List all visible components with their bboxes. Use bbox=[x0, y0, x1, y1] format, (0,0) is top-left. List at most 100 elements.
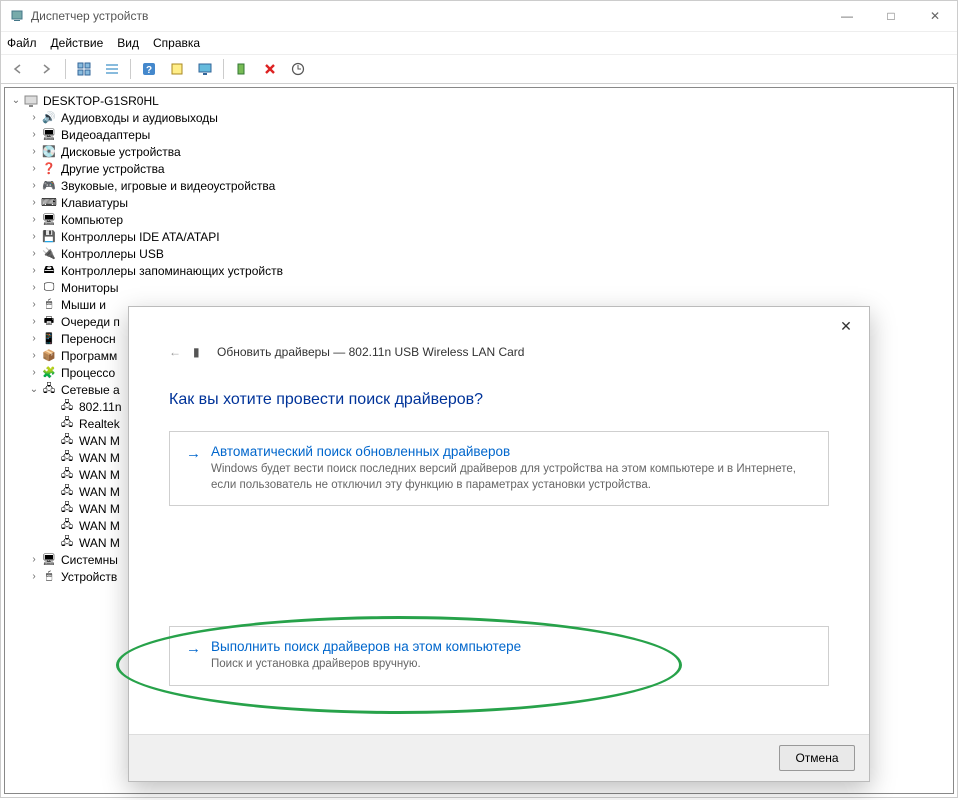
tree-item[interactable]: ›🎮Звуковые, игровые и видеоустройства bbox=[9, 177, 953, 194]
tree-item[interactable]: ›❓Другие устройства bbox=[9, 160, 953, 177]
display-adapter-icon: 🖥 bbox=[41, 127, 57, 143]
nic-icon: 🖧 bbox=[59, 535, 75, 551]
app-icon bbox=[9, 8, 25, 24]
expand-icon[interactable]: › bbox=[27, 316, 41, 327]
toolbar-list-icon[interactable] bbox=[100, 57, 124, 81]
expand-icon[interactable]: › bbox=[27, 282, 41, 293]
toolbar-tiles-icon[interactable] bbox=[72, 57, 96, 81]
tree-item[interactable]: ›🖴Контроллеры запоминающих устройств bbox=[9, 262, 953, 279]
option-auto-search[interactable]: → Автоматический поиск обновленных драйв… bbox=[169, 431, 829, 506]
expand-icon[interactable]: › bbox=[27, 350, 41, 361]
expand-icon[interactable]: › bbox=[27, 129, 41, 140]
computer-icon bbox=[23, 93, 39, 109]
arrow-right-icon: → bbox=[186, 640, 201, 657]
toolbar-divider bbox=[223, 59, 224, 79]
nic-icon: 🖧 bbox=[59, 467, 75, 483]
titlebar: Диспетчер устройств — □ ✕ bbox=[1, 1, 957, 32]
expand-icon[interactable]: › bbox=[27, 214, 41, 225]
network-adapter-icon: 🖧 bbox=[41, 382, 57, 398]
menu-view[interactable]: Вид bbox=[117, 36, 139, 50]
option-auto-desc: Windows будет вести поиск последних верс… bbox=[211, 462, 811, 493]
toolbar-monitor-icon[interactable] bbox=[193, 57, 217, 81]
toolbar-divider bbox=[130, 59, 131, 79]
audio-icon: 🔊 bbox=[41, 110, 57, 126]
system-device-icon: 🖥 bbox=[41, 552, 57, 568]
toolbar-update-icon[interactable] bbox=[286, 57, 310, 81]
expand-icon[interactable]: › bbox=[27, 367, 41, 378]
dialog-close-button[interactable]: ✕ bbox=[831, 311, 861, 341]
tree-root[interactable]: ⌄ DESKTOP-G1SR0HL bbox=[9, 92, 953, 109]
back-arrow-icon[interactable]: ← bbox=[169, 345, 187, 359]
tree-item[interactable]: ›🖥Компьютер bbox=[9, 211, 953, 228]
cancel-button[interactable]: Отмена bbox=[779, 745, 855, 771]
expand-icon[interactable]: › bbox=[27, 248, 41, 259]
ide-icon: 💾 bbox=[41, 229, 57, 245]
toolbar-properties-icon[interactable] bbox=[165, 57, 189, 81]
tree-item[interactable]: ›💾Контроллеры IDE ATA/ATAPI bbox=[9, 228, 953, 245]
nic-icon: 🖧 bbox=[59, 399, 75, 415]
sound-icon: 🎮 bbox=[41, 178, 57, 194]
forward-button[interactable] bbox=[35, 57, 59, 81]
expand-icon[interactable]: › bbox=[27, 265, 41, 276]
toolbar-divider bbox=[65, 59, 66, 79]
nic-icon: 🖧 bbox=[59, 484, 75, 500]
mouse-icon: 🖱 bbox=[41, 297, 57, 313]
dialog-breadcrumb: ← ▮ Обновить драйверы — 802.11n USB Wire… bbox=[129, 345, 869, 373]
nic-icon: 🖧 bbox=[59, 450, 75, 466]
collapse-icon[interactable]: ⌄ bbox=[27, 384, 41, 395]
expand-icon[interactable]: › bbox=[27, 197, 41, 208]
tree-item[interactable]: ›💽Дисковые устройства bbox=[9, 143, 953, 160]
option-browse-computer[interactable]: → Выполнить поиск драйверов на этом комп… bbox=[169, 626, 829, 686]
expand-icon[interactable]: › bbox=[27, 231, 41, 242]
expand-icon[interactable]: › bbox=[27, 333, 41, 344]
expand-icon[interactable]: › bbox=[27, 146, 41, 157]
maximize-button[interactable]: □ bbox=[869, 1, 913, 31]
collapse-icon[interactable]: ⌄ bbox=[9, 95, 23, 106]
menu-action[interactable]: Действие bbox=[51, 36, 104, 50]
tree-item[interactable]: ›⌨Клавиатуры bbox=[9, 194, 953, 211]
tree-root-label: DESKTOP-G1SR0HL bbox=[43, 94, 159, 108]
dialog-question: Как вы хотите провести поиск драйверов? bbox=[169, 391, 829, 409]
tree-item[interactable]: ›🔊Аудиовходы и аудиовыходы bbox=[9, 109, 953, 126]
option-browse-desc: Поиск и установка драйверов вручную. bbox=[211, 657, 521, 673]
toolbar-help-icon[interactable]: ? bbox=[137, 57, 161, 81]
expand-icon[interactable]: › bbox=[27, 163, 41, 174]
computer-icon: 🖥 bbox=[41, 212, 57, 228]
toolbar: ? bbox=[1, 55, 957, 84]
tree-item[interactable]: ›🔌Контроллеры USB bbox=[9, 245, 953, 262]
option-browse-title: Выполнить поиск драйверов на этом компью… bbox=[211, 639, 521, 654]
nic-icon: 🖧 bbox=[59, 433, 75, 449]
back-button[interactable] bbox=[7, 57, 31, 81]
menu-help[interactable]: Справка bbox=[153, 36, 200, 50]
menubar: Файл Действие Вид Справка bbox=[1, 32, 957, 55]
menu-file[interactable]: Файл bbox=[7, 36, 37, 50]
toolbar-scan-icon[interactable] bbox=[230, 57, 254, 81]
minimize-button[interactable]: — bbox=[825, 1, 869, 31]
expand-icon[interactable]: › bbox=[27, 571, 41, 582]
arrow-right-icon: → bbox=[186, 445, 201, 462]
other-device-icon: ❓ bbox=[41, 161, 57, 177]
update-driver-dialog: ✕ ← ▮ Обновить драйверы — 802.11n USB Wi… bbox=[128, 306, 870, 782]
disk-icon: 💽 bbox=[41, 144, 57, 160]
cpu-icon: 🧩 bbox=[41, 365, 57, 381]
software-icon: 📦 bbox=[41, 348, 57, 364]
usb-icon: 🔌 bbox=[41, 246, 57, 262]
expand-icon[interactable]: › bbox=[27, 299, 41, 310]
toolbar-remove-icon[interactable] bbox=[258, 57, 282, 81]
printer-icon: 🖶 bbox=[41, 314, 57, 330]
hid-icon: 🖱 bbox=[41, 569, 57, 585]
expand-icon[interactable]: › bbox=[27, 180, 41, 191]
tree-item[interactable]: ›🖥Видеоадаптеры bbox=[9, 126, 953, 143]
nic-icon: 🖧 bbox=[59, 518, 75, 534]
keyboard-icon: ⌨ bbox=[41, 195, 57, 211]
expand-icon[interactable]: › bbox=[27, 554, 41, 565]
storage-controller-icon: 🖴 bbox=[41, 263, 57, 279]
device-icon: ▮ bbox=[193, 345, 207, 359]
nic-icon: 🖧 bbox=[59, 501, 75, 517]
svg-text:?: ? bbox=[146, 65, 152, 76]
monitor-icon: 🖵 bbox=[41, 280, 57, 296]
expand-icon[interactable]: › bbox=[27, 112, 41, 123]
option-auto-title: Автоматический поиск обновленных драйвер… bbox=[211, 444, 811, 459]
close-button[interactable]: ✕ bbox=[913, 1, 957, 31]
tree-item[interactable]: ›🖵Мониторы bbox=[9, 279, 953, 296]
